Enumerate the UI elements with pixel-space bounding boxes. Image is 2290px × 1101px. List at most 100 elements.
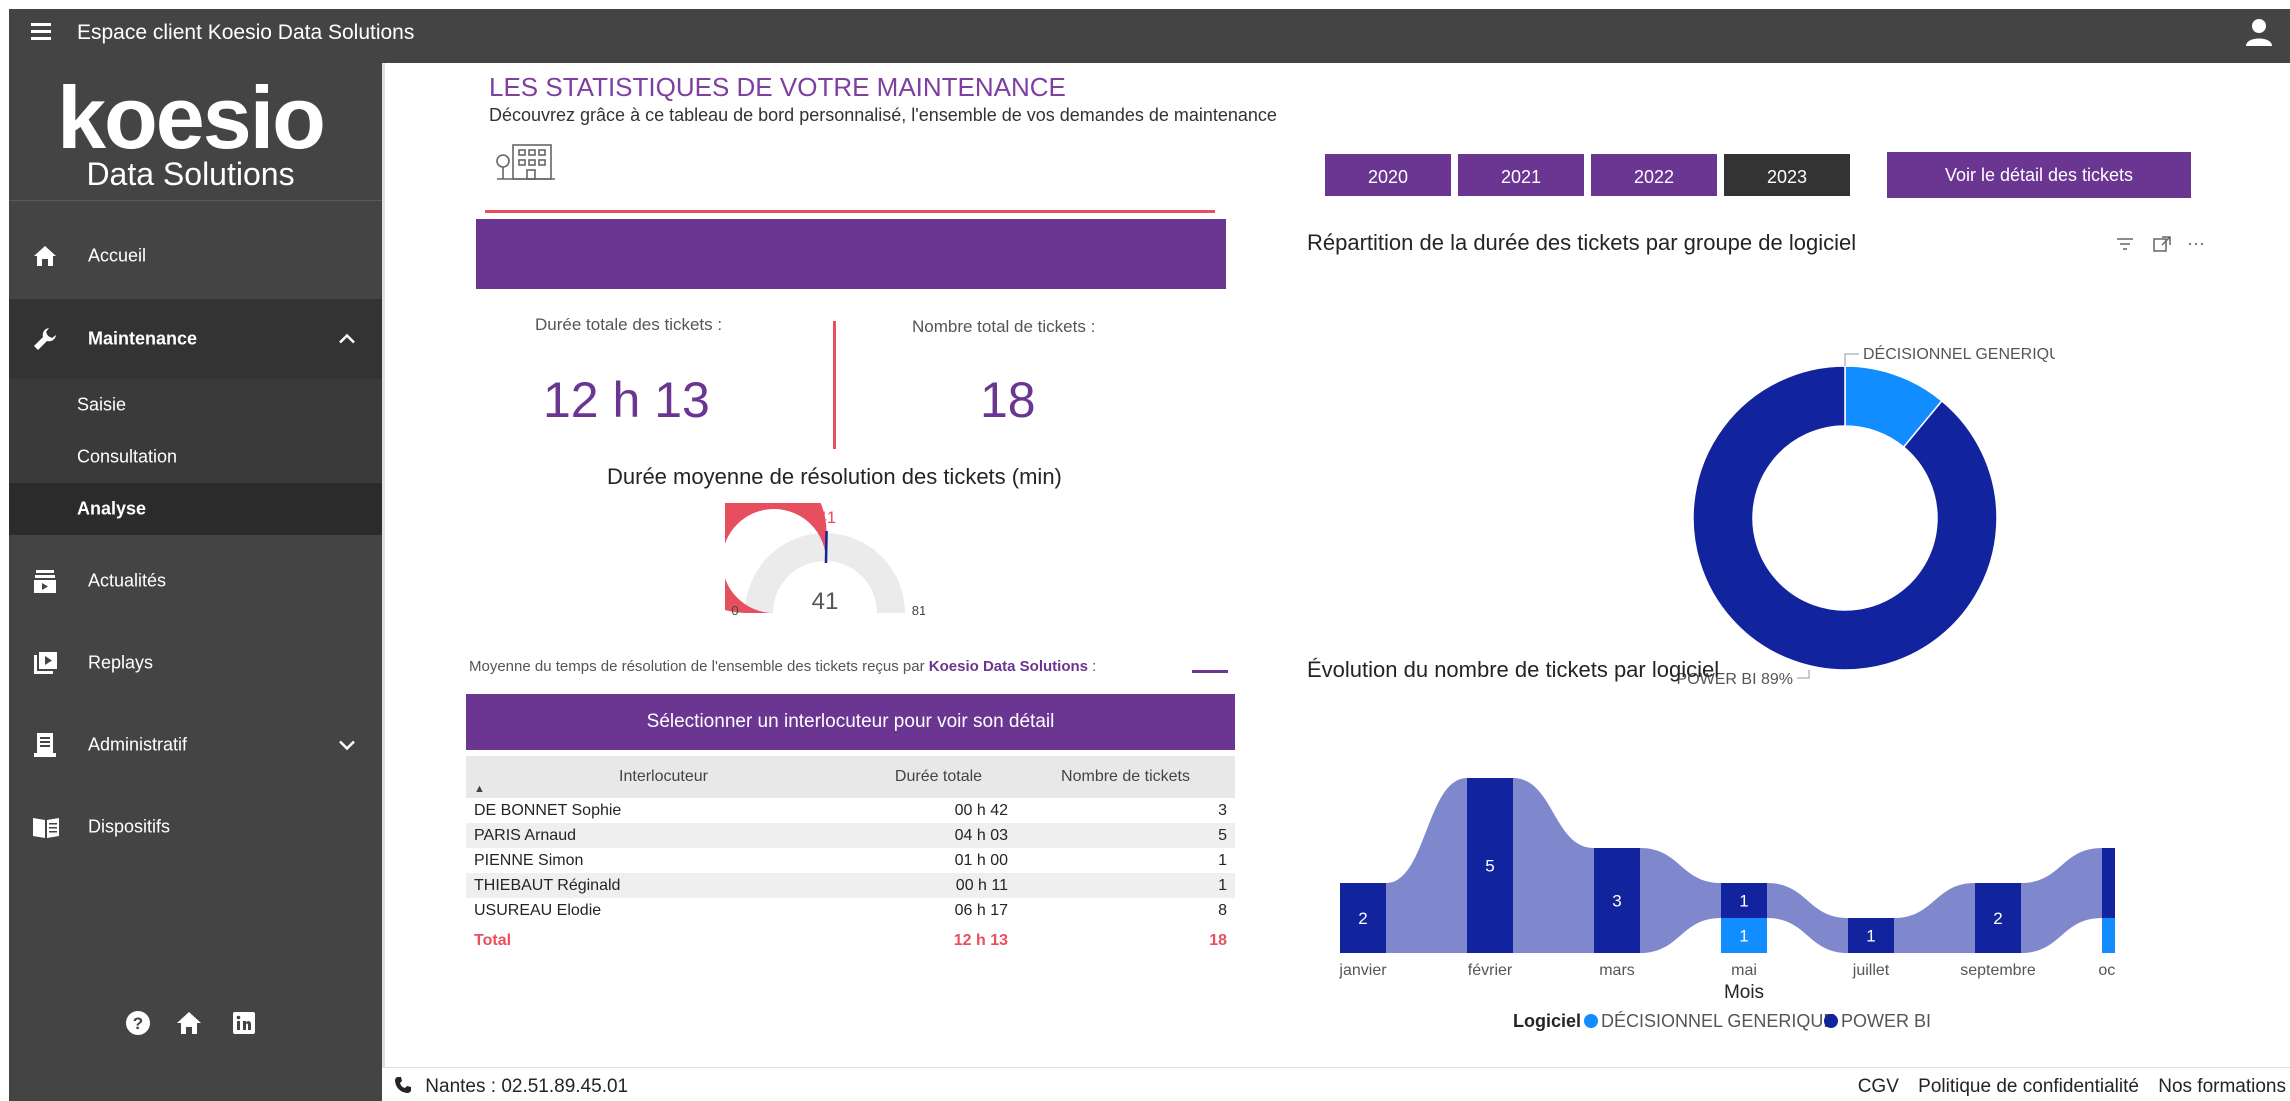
cell-name: USUREAU Elodie [474, 901, 602, 919]
cell-duration: 01 h 00 [954, 851, 1008, 869]
document-icon [31, 731, 59, 759]
column-header-nombre[interactable]: Nombre de tickets [1016, 756, 1235, 798]
sidebar-subitem-saisie[interactable]: Saisie [9, 379, 382, 431]
ribbon-band-powerbi [1386, 778, 1467, 953]
building-icon [495, 141, 557, 188]
cell-count: 1 [1218, 851, 1227, 869]
help-icon[interactable]: ? [124, 1009, 152, 1037]
cell-name: PIENNE Simon [474, 851, 584, 869]
legend-marker[interactable] [1584, 1014, 1598, 1028]
logo-separator [9, 200, 382, 201]
sidebar-item-administratif[interactable]: Administratif [9, 705, 382, 785]
footer-phone[interactable]: Nantes : 02.51.89.45.01 [394, 1076, 628, 1098]
donut-slice-powerbi[interactable] [1692, 365, 1998, 671]
year-button-2020[interactable]: 2020 [1323, 152, 1453, 198]
sidebar-item-replays[interactable]: Replays [9, 623, 382, 703]
column-header-interlocuteur[interactable]: Interlocuteur ▲ [466, 756, 861, 798]
footer-link-privacy[interactable]: Politique de confidentialité [1918, 1076, 2139, 1097]
hamburger-menu-icon[interactable] [31, 23, 53, 45]
sidebar-item-accueil[interactable]: Accueil [9, 216, 382, 296]
visual-header-icons: ··· [2115, 233, 2205, 258]
ribbon-chart[interactable]: 2 janvier 5 février 3 mars 1 1 mai 1 juillet 2 septe… [1315, 683, 2115, 1033]
cell-duration: 04 h 03 [861, 823, 1016, 848]
gauge-target-marker [824, 530, 828, 564]
sidebar-subitem-consultation[interactable]: Consultation [9, 431, 382, 483]
chevron-down-icon[interactable] [338, 735, 356, 756]
donut-leader-line [1797, 670, 1810, 679]
legend-label[interactable]: POWER BI [1841, 1011, 1931, 1031]
gauge-title: Durée moyenne de résolution des tickets … [607, 464, 1062, 489]
table-row[interactable]: THIEBAUT Réginald 00 h 11 1 [466, 873, 1235, 898]
cell-count: 8 [1218, 901, 1227, 919]
footer-link-formations[interactable]: Nos formations [2158, 1076, 2286, 1097]
focus-mode-icon[interactable] [2152, 235, 2172, 253]
koesio-logo[interactable]: koesio Data Solutions [9, 73, 382, 203]
sidebar-item-label: Actualités [88, 570, 167, 591]
phone-icon [395, 1077, 411, 1093]
table-row[interactable]: USUREAU Elodie 06 h 17 8 [466, 898, 1235, 923]
legend-label[interactable]: DÉCISIONNEL GENERIQUE [1601, 1011, 1835, 1031]
more-options-icon[interactable]: ··· [2187, 233, 2205, 253]
sidebar: koesio Data Solutions Accueil Maintenanc… [9, 63, 382, 1101]
year-button-2023[interactable]: 2023 [1722, 152, 1852, 198]
footer-link-cgv[interactable]: CGV [1858, 1076, 1899, 1097]
ticket-detail-button[interactable]: Voir le détail des tickets [1887, 152, 2191, 198]
legend-marker[interactable] [1824, 1014, 1838, 1028]
decorative-red-line [485, 210, 1215, 213]
home-icon [31, 242, 59, 270]
filter-icon[interactable] [2115, 235, 2135, 253]
total-count: 18 [1209, 932, 1227, 949]
ribbon-bar-powerbi[interactable] [2102, 848, 2115, 918]
legend-title: Logiciel [1513, 1011, 1581, 1031]
sidebar-item-label: Maintenance [88, 328, 198, 349]
total-label: Total [474, 932, 512, 949]
year-button-2022[interactable]: 2022 [1589, 152, 1719, 198]
average-text-prefix: Moyenne du temps de résolution de l'ense… [469, 658, 925, 675]
book-icon [31, 813, 59, 841]
linkedin-icon[interactable] [232, 1011, 256, 1035]
play-icon [31, 649, 59, 677]
page-title: LES STATISTIQUES DE VOTRE MAINTENANCE [489, 72, 1066, 102]
kpi-duration-value: 12 h 13 [543, 372, 710, 428]
home-icon[interactable] [174, 1009, 204, 1037]
ribbon-data-label: 1 [1866, 927, 1875, 946]
sidebar-item-label: Accueil [88, 245, 147, 266]
cell-count: 5 [1016, 823, 1235, 848]
year-button-2021[interactable]: 2021 [1456, 152, 1586, 198]
cell-duration: 06 h 17 [954, 901, 1008, 919]
average-resolution-text: Moyenne du temps de résolution de l'ense… [469, 658, 1096, 675]
sidebar-subitem-analyse[interactable]: Analyse [9, 483, 382, 535]
chevron-up-icon[interactable] [338, 329, 356, 350]
user-account-icon[interactable] [2244, 17, 2274, 52]
ribbon-data-label: 1 [1739, 892, 1748, 911]
cell-name: DE BONNET Sophie [474, 801, 622, 819]
sidebar-item-maintenance[interactable]: Maintenance [9, 299, 382, 379]
sort-ascending-icon[interactable]: ▲ [474, 783, 485, 795]
table-row[interactable]: PIENNE Simon 01 h 00 1 [466, 848, 1235, 873]
ribbon-bar-decisionnel[interactable] [2102, 918, 2115, 953]
footer: Nantes : 02.51.89.45.01 CGV Politique de… [382, 1067, 2290, 1101]
ribbon-band-powerbi [2021, 848, 2102, 953]
cell-count: 3 [1218, 801, 1227, 819]
average-text-company: Koesio Data Solutions [928, 658, 1088, 675]
logo-main-text: koesio [57, 68, 326, 167]
table-row[interactable]: DE BONNET Sophie 00 h 42 3 [466, 798, 1235, 823]
table-total-row: Total 12 h 13 18 [466, 923, 1235, 959]
gauge-chart[interactable]: 41 41 0 81 [725, 503, 925, 628]
sidebar-subitem-label: Analyse [77, 498, 147, 519]
column-header-duree[interactable]: Durée totale [861, 756, 1016, 798]
svg-text:?: ? [133, 1014, 143, 1033]
ribbon-band-powerbi [1513, 778, 1594, 953]
sidebar-item-dispositifs[interactable]: Dispositifs [9, 787, 382, 867]
sidebar-item-actualites[interactable]: Actualités [9, 541, 382, 621]
sidebar-item-label: Administratif [88, 734, 188, 755]
x-tick-label: mars [1599, 962, 1635, 979]
table-row[interactable]: PARIS Arnaud 04 h 03 5 [466, 823, 1235, 848]
top-bar: Espace client Koesio Data Solutions [0, 0, 2290, 63]
footer-phone-text: Nantes : 02.51.89.45.01 [425, 1076, 629, 1097]
donut-chart[interactable]: DÉCISIONNEL GENERIQUE 11%POWER BI 89% [1635, 263, 2055, 703]
x-tick-label: septembre [1960, 962, 2036, 979]
total-duration: 12 h 13 [953, 932, 1008, 949]
ribbon-chart-title: Évolution du nombre de tickets par logic… [1307, 657, 1720, 682]
average-text-suffix: : [1092, 658, 1097, 675]
